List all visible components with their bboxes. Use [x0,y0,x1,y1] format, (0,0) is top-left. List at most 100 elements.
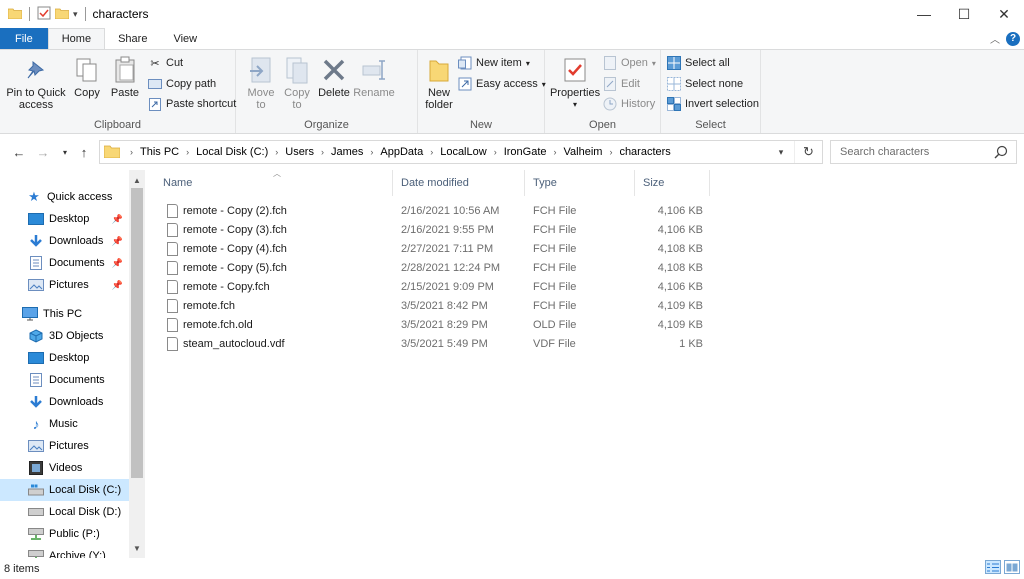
breadcrumb-separator-icon[interactable]: › [609,147,612,157]
nav-desktop[interactable]: Desktop [0,347,129,369]
file-row[interactable]: remote - Copy (5).fch 2/28/2021 12:24 PM… [155,258,715,277]
file-size: 4,106 KB [657,223,703,236]
scrollbar-thumb[interactable] [131,188,143,478]
large-icons-view-icon[interactable] [1004,560,1020,574]
breadcrumb-separator-icon[interactable]: › [554,147,557,157]
file-row[interactable]: remote.fch 3/5/2021 8:42 PM FCH File 4,1… [155,296,715,315]
breadcrumb-separator-icon[interactable]: › [430,147,433,157]
pin-icon[interactable]: 📌 [112,214,123,225]
column-header-size[interactable]: Size [635,170,710,196]
pin-icon[interactable]: 📌 [112,280,123,291]
nav-this-pc[interactable]: This PC [0,303,129,325]
breadcrumb-separator-icon[interactable]: › [321,147,324,157]
invert-selection-button[interactable]: Invert selection [667,97,759,111]
breadcrumb-separator-icon[interactable]: › [494,147,497,157]
address-dropdown-chevron-icon[interactable]: ▾ [772,141,790,163]
maximize-button[interactable]: ☐ [944,0,984,28]
breadcrumb-item[interactable]: Valheim [564,146,603,158]
nav-archive-y[interactable]: Archive (Y:) [0,545,129,558]
properties-button[interactable]: Properties ▾ [550,56,600,111]
move-to-button[interactable]: Move to [246,56,276,111]
properties-icon [561,56,589,84]
nav-local-disk-d[interactable]: Local Disk (D:) [0,501,129,523]
nav-quick-downloads[interactable]: Downloads 📌 [0,230,129,252]
tab-file[interactable]: File [0,28,48,49]
nav-quick-desktop[interactable]: Desktop 📌 [0,208,129,230]
collapse-ribbon-icon[interactable]: ︿ [990,31,1000,46]
copy-button[interactable]: Copy [72,56,102,99]
paste-button[interactable]: Paste [108,56,142,99]
tab-home[interactable]: Home [47,28,106,49]
new-item-button[interactable]: New item ▾ [458,56,530,70]
breadcrumb-item[interactable]: LocalLow [440,146,486,158]
file-row[interactable]: remote - Copy (2).fch 2/16/2021 10:56 AM… [155,201,715,220]
breadcrumb-item[interactable]: IronGate [504,146,547,158]
file-row[interactable]: remote - Copy.fch 2/15/2021 9:09 PM FCH … [155,277,715,296]
select-all-button[interactable]: Select all [667,56,730,70]
column-header-type[interactable]: Type [525,170,635,196]
breadcrumb-item[interactable]: Local Disk (C:) [196,146,268,158]
cut-button[interactable]: ✂ Cut [148,56,183,70]
pin-icon[interactable]: 📌 [112,258,123,269]
breadcrumb-item[interactable]: characters [619,146,670,158]
rename-button[interactable]: Rename [353,56,395,99]
nav-videos[interactable]: Videos [0,457,129,479]
pin-to-quick-access-button[interactable]: Pin to Quick access [6,56,66,111]
minimize-button[interactable]: — [904,0,944,28]
breadcrumb-item[interactable]: AppData [380,146,423,158]
new-folder-button[interactable]: New folder [424,56,454,111]
file-row[interactable]: steam_autocloud.vdf 3/5/2021 5:49 PM VDF… [155,334,715,353]
nav-documents[interactable]: Documents [0,369,129,391]
select-none-button[interactable]: Select none [667,77,743,91]
search-input[interactable]: Search characters [830,140,1017,164]
back-arrow-icon[interactable]: ← [10,142,28,162]
file-row[interactable]: remote.fch.old 3/5/2021 8:29 PM OLD File… [155,315,715,334]
file-date: 2/28/2021 12:24 PM [401,261,501,274]
easy-access-button[interactable]: Easy access ▾ [458,77,546,91]
nav-local-disk-c[interactable]: Local Disk (C:) [0,479,129,501]
new-folder-qat-icon[interactable] [54,7,70,22]
properties-qat-icon[interactable] [37,6,51,23]
up-arrow-icon[interactable]: ↑ [75,142,93,162]
breadcrumb-item[interactable]: This PC [140,146,179,158]
nav-3d-objects[interactable]: 3D Objects [0,325,129,347]
column-header-name[interactable]: Name ︿ [155,169,393,196]
scroll-up-arrow-icon[interactable]: ▲ [129,172,145,188]
paste-shortcut-button[interactable]: Paste shortcut [148,97,236,111]
nav-music[interactable]: ♪ Music [0,413,129,435]
close-button[interactable]: ✕ [984,0,1024,28]
tab-view[interactable]: View [160,28,210,49]
nav-label: Quick access [47,191,113,203]
file-row[interactable]: remote - Copy (3).fch 2/16/2021 9:55 PM … [155,220,715,239]
forward-arrow-icon[interactable]: → [34,142,52,162]
column-header-date[interactable]: Date modified [393,170,525,196]
scroll-down-arrow-icon[interactable]: ▼ [129,540,145,556]
history-button[interactable]: History [603,97,655,111]
nav-quick-documents[interactable]: Documents 📌 [0,252,129,274]
recent-locations-chevron-icon[interactable]: ▾ [56,142,74,162]
delete-button[interactable]: Delete [316,56,352,99]
breadcrumb-item[interactable]: James [331,146,363,158]
address-bar[interactable]: › This PC › Local Disk (C:) › Users › Ja… [99,140,823,164]
details-view-icon[interactable] [985,560,1001,574]
open-button[interactable]: Open ▾ [603,56,656,70]
edit-button[interactable]: Edit [603,77,640,91]
breadcrumb-separator-icon[interactable]: › [275,147,278,157]
nav-quick-access[interactable]: ★ Quick access [0,186,129,208]
refresh-icon[interactable]: ↻ [794,141,822,163]
pin-icon[interactable]: 📌 [112,236,123,247]
nav-quick-pictures[interactable]: Pictures 📌 [0,274,129,296]
nav-public-p[interactable]: Public (P:) [0,523,129,545]
copy-to-button[interactable]: Copy to [282,56,312,111]
file-row[interactable]: remote - Copy (4).fch 2/27/2021 7:11 PM … [155,239,715,258]
nav-downloads[interactable]: Downloads [0,391,129,413]
breadcrumb-separator-icon[interactable]: › [370,147,373,157]
nav-pictures[interactable]: Pictures [0,435,129,457]
breadcrumb-separator-icon[interactable]: › [186,147,189,157]
copy-path-button[interactable]: Copy path [148,77,216,91]
breadcrumb-item[interactable]: Users [285,146,314,158]
customize-qat-icon[interactable]: ▾ [73,9,78,20]
tab-share[interactable]: Share [105,28,160,49]
nav-pane-scrollbar[interactable]: ▲ ▼ [129,170,145,558]
help-icon[interactable]: ? [1006,31,1020,46]
